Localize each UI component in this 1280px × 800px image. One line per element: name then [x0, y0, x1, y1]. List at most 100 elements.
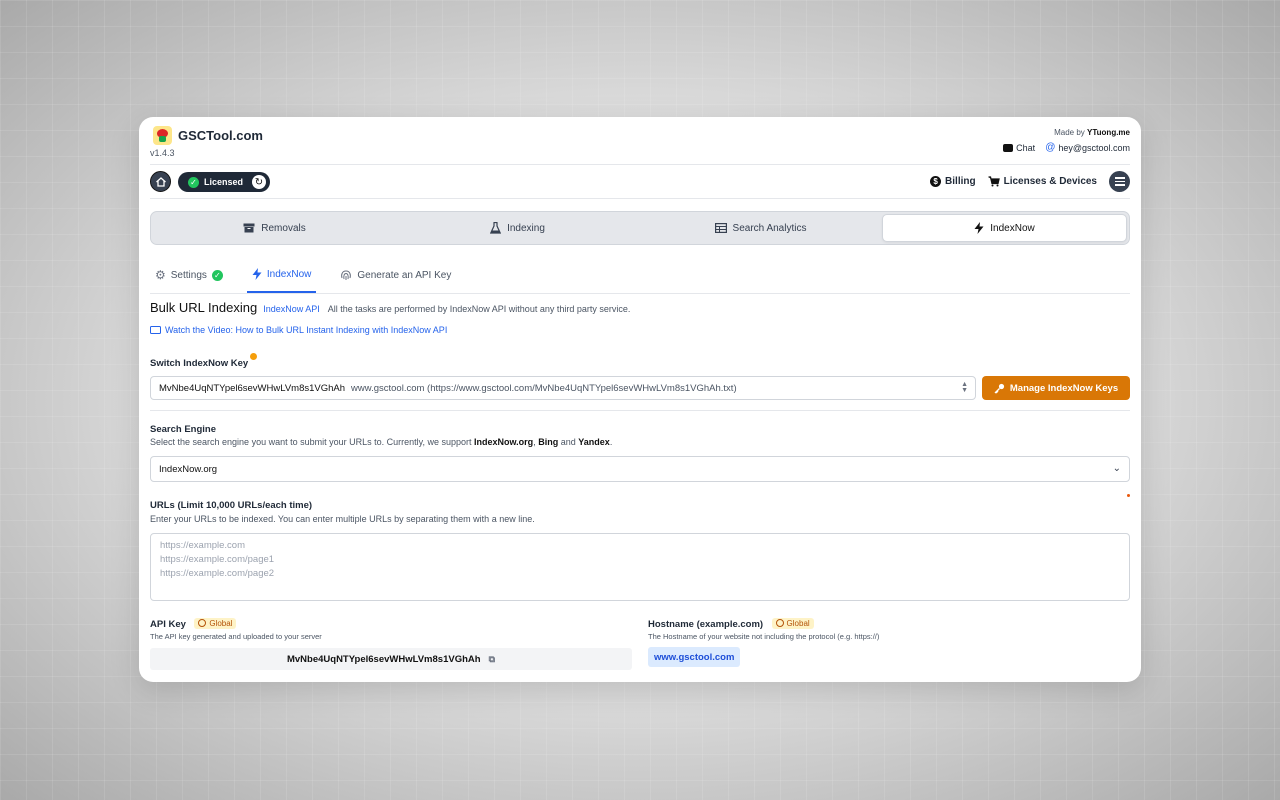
api-link[interactable]: IndexNow API: [263, 304, 320, 314]
page-title: Bulk URL Indexing: [150, 300, 258, 315]
made-by-prefix: Made by: [1054, 128, 1085, 137]
switch-key-label-row: Switch IndexNow Key: [150, 353, 1130, 371]
licenses-link[interactable]: Licenses & Devices: [988, 176, 1097, 187]
archive-icon: [243, 223, 255, 233]
manage-keys-button[interactable]: Manage IndexNow Keys: [982, 376, 1130, 400]
copy-icon[interactable]: ⧉: [489, 654, 495, 665]
hostname-value[interactable]: www.gsctool.com: [648, 647, 741, 667]
api-key-label-row: API Key Global: [150, 614, 630, 632]
made-by-link[interactable]: YTuong.me: [1087, 128, 1130, 137]
hostname-label: Hostname (example.com): [648, 619, 764, 630]
tab-label: Search Analytics: [732, 222, 807, 234]
tab-indexing[interactable]: Indexing: [396, 214, 639, 242]
required-indicator: [1127, 494, 1130, 497]
at-icon: @: [1045, 142, 1056, 153]
sub-tabs: ⚙ Settings ✓ IndexNow Generate an API Ke…: [150, 257, 1130, 294]
selected-key: MvNbe4UqNTYpel6sevWHwLVm8s1VGhAh: [159, 382, 346, 394]
brand-name: GSCTool.com: [178, 128, 263, 143]
status-dot: [250, 353, 258, 360]
separator: ,: [533, 437, 536, 447]
licensed-label: Licensed: [204, 177, 244, 187]
bolt-icon: [974, 222, 984, 234]
tab-label: IndexNow: [990, 222, 1035, 234]
placeholder-line: https://example.com/page2: [160, 568, 275, 579]
subtab-generate-key[interactable]: Generate an API Key: [335, 257, 456, 293]
chat-icon: [1003, 143, 1014, 152]
separator: .: [609, 437, 613, 447]
video-link-label: Watch the Video: How to Bulk URL Instant…: [165, 325, 448, 335]
search-engine-help: Select the search engine you want to sub…: [150, 437, 1130, 447]
sync-icon[interactable]: ↻: [252, 175, 266, 189]
subtab-settings[interactable]: ⚙ Settings ✓: [150, 257, 228, 293]
bulk-description: All the tasks are performed by IndexNow …: [327, 304, 631, 314]
home-icon: [155, 176, 166, 187]
divider: [150, 410, 1130, 411]
menu-button[interactable]: [1109, 171, 1130, 192]
contact-links: Chat @ hey@gsctool.com: [1003, 142, 1130, 153]
subtab-indexnow[interactable]: IndexNow: [246, 257, 317, 293]
license-status[interactable]: ✓ Licensed ↻: [178, 172, 270, 192]
key-icon: [994, 383, 1004, 393]
email-link[interactable]: @ hey@gsctool.com: [1045, 142, 1130, 153]
urls-help: Enter your URLs to be indexed. You can e…: [150, 514, 535, 524]
global-badge: Global: [771, 617, 814, 629]
search-engine-select[interactable]: IndexNow.org ⌄: [150, 456, 1130, 482]
toolbar-right: $ Billing Licenses & Devices: [930, 171, 1130, 192]
manage-keys-label: Manage IndexNow Keys: [1009, 382, 1119, 394]
engine-name: Yandex: [578, 437, 610, 447]
billing-label: Billing: [945, 176, 976, 187]
placeholder-line: https://example.com: [160, 540, 246, 551]
global-badge: Global: [194, 617, 237, 629]
home-button[interactable]: [150, 171, 171, 192]
logo-icon: [153, 126, 172, 145]
version-label: v1.4.3: [150, 148, 175, 158]
engine-name: IndexNow.org: [474, 437, 534, 447]
badge-label: Global: [786, 618, 810, 628]
indexnow-key-select[interactable]: MvNbe4UqNTYpel6sevWHwLVm8s1VGhAh www.gsc…: [150, 376, 976, 400]
header: GSCTool.com v1.4.3 Made by YTuong.me Cha…: [150, 117, 1130, 165]
chevron-down-icon: ⌄: [1112, 463, 1121, 474]
table-icon: [714, 223, 727, 233]
globe-icon: [775, 619, 784, 627]
bolt-icon: [252, 268, 262, 280]
engine-name: Bing: [538, 437, 559, 447]
app-window: GSCTool.com v1.4.3 Made by YTuong.me Cha…: [139, 117, 1141, 682]
switch-key-label: Switch IndexNow Key: [150, 358, 249, 369]
urls-textarea[interactable]: https://example.com https://example.com/…: [150, 533, 1130, 601]
hostname-help: The Hostname of your website not includi…: [648, 632, 880, 641]
tab-search-analytics[interactable]: Search Analytics: [639, 214, 882, 242]
chat-label: Chat: [1016, 142, 1036, 153]
api-key-value[interactable]: MvNbe4UqNTYpel6sevWHwLVm8s1VGhAh ⧉: [150, 648, 632, 670]
chat-link[interactable]: Chat: [1003, 143, 1035, 153]
check-icon: ✓: [188, 176, 199, 188]
api-key-label: API Key: [150, 619, 186, 630]
fingerprint-icon: [341, 270, 352, 280]
selected-engine: IndexNow.org: [159, 463, 218, 475]
menu-icon: [1114, 177, 1125, 179]
subtab-label: Settings: [170, 269, 207, 281]
badge-label: Global: [209, 618, 233, 628]
check-icon: ✓: [211, 269, 223, 281]
api-key-help: The API key generated and uploaded to yo…: [150, 632, 322, 641]
licenses-label: Licenses & Devices: [1003, 176, 1097, 187]
tab-label: Removals: [261, 222, 306, 234]
brand[interactable]: GSCTool.com: [153, 126, 263, 145]
chevron-updown-icon: ▲ ▼: [961, 381, 968, 394]
video-link[interactable]: Watch the Video: How to Bulk URL Instant…: [150, 325, 1130, 335]
billing-link[interactable]: $ Billing: [930, 176, 976, 187]
cart-icon: [988, 176, 1000, 187]
urls-label-row: URLs (Limit 10,000 URLs/each time): [150, 495, 1130, 513]
main-tabs: Removals Indexing Search Analytics Index…: [150, 211, 1130, 245]
placeholder-line: https://example.com/page1: [160, 554, 275, 565]
subtab-label: Generate an API Key: [357, 269, 452, 281]
gear-icon: ⚙: [155, 268, 166, 282]
bulk-heading: Bulk URL Indexing IndexNow API All the t…: [150, 300, 1130, 315]
tab-indexnow[interactable]: IndexNow: [882, 214, 1127, 242]
globe-icon: [198, 619, 207, 627]
email-label: hey@gsctool.com: [1058, 142, 1130, 153]
hostname-label-row: Hostname (example.com) Global: [648, 614, 1128, 632]
toolbar: ✓ Licensed ↻ $ Billing Licenses & Device…: [150, 165, 1130, 199]
tab-removals[interactable]: Removals: [153, 214, 396, 242]
made-by: Made by YTuong.me: [1054, 128, 1130, 137]
subtab-label: IndexNow: [266, 268, 312, 280]
